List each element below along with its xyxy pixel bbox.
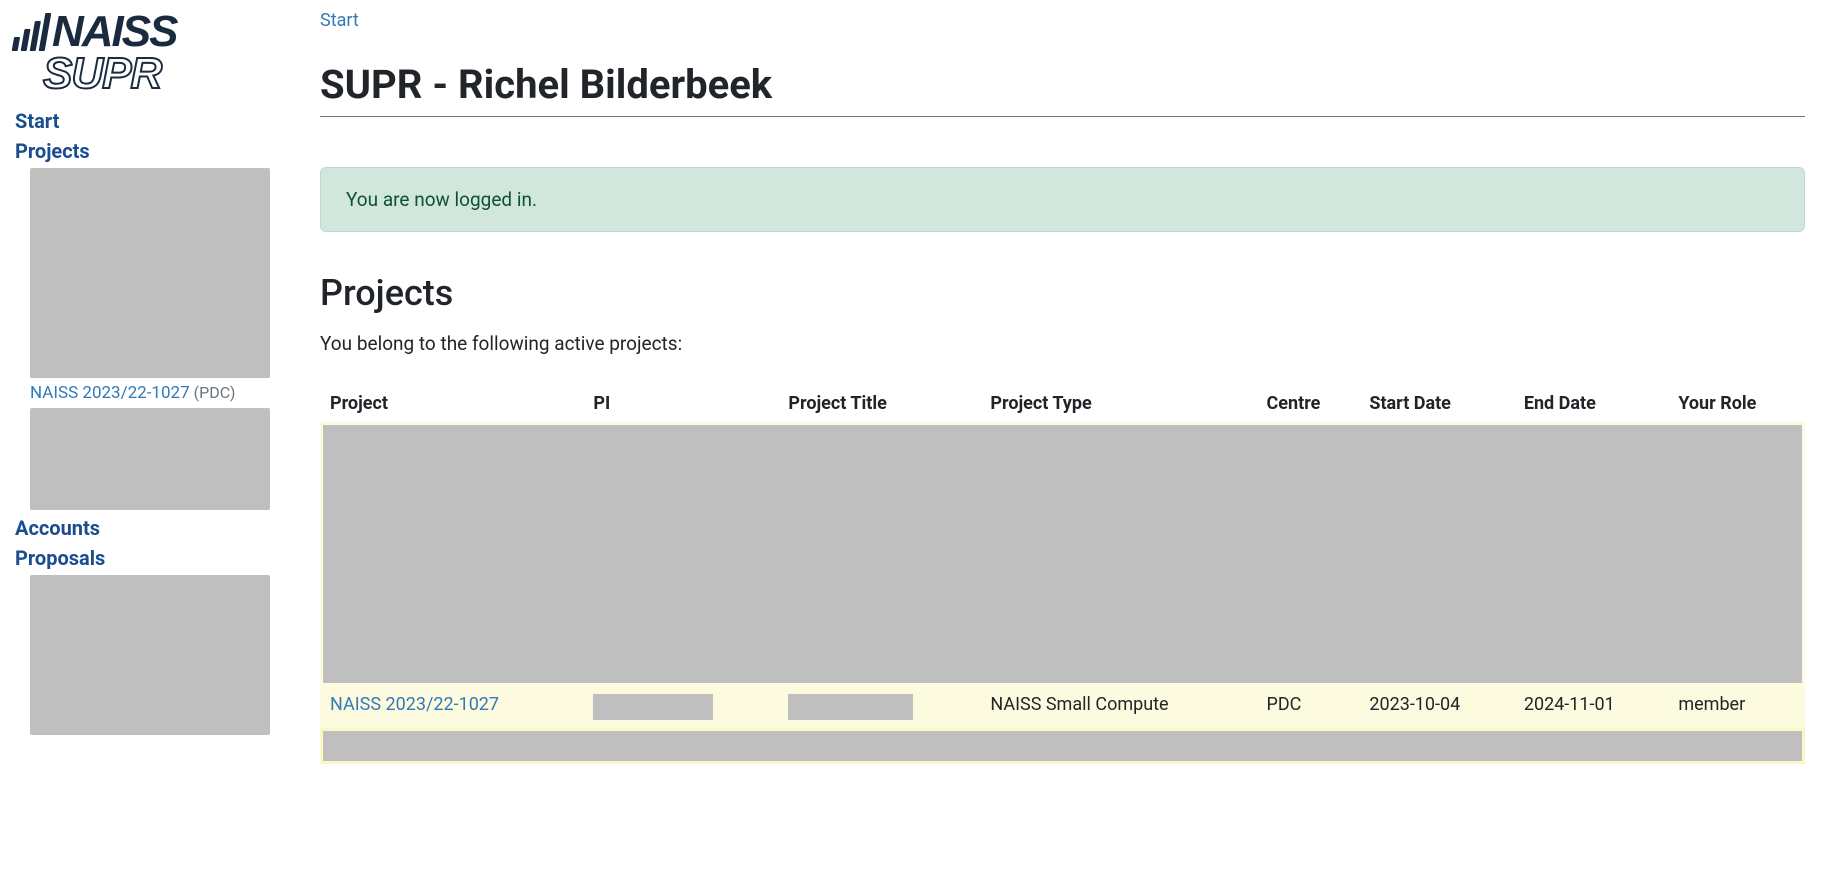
table-row: NAISS 2023/22-1027 NAISS Small Compute P… [320,686,1805,728]
main-content: Start SUPR - Richel Bilderbeek You are n… [300,0,1825,774]
col-role: Your Role [1668,385,1805,422]
redacted-block [30,408,270,510]
table-row-redacted [320,422,1805,686]
col-title: Project Title [778,385,980,422]
projects-table: Project PI Project Title Project Type Ce… [320,385,1805,764]
cell-type: NAISS Small Compute [980,686,1256,728]
nav-proposals[interactable]: Proposals [15,546,285,570]
sidebar-project-item: NAISS 2023/22-1027 (PDC) [15,383,285,403]
redacted-block [30,575,270,735]
sidebar-project-suffix: (PDC) [194,383,236,402]
redacted-pi [593,694,713,720]
alert-success: You are now logged in. [320,167,1805,232]
logo-bars-icon [12,13,52,51]
cell-role: member [1668,686,1805,728]
redacted-block [30,168,270,378]
projects-description: You belong to the following active proje… [320,332,1805,355]
col-project: Project [320,385,583,422]
logo-naiss: NAISS [15,10,285,54]
col-end: End Date [1514,385,1668,422]
col-pi: PI [583,385,778,422]
table-header-row: Project PI Project Title Project Type Ce… [320,385,1805,422]
sidebar: NAISS SUPR Start Projects NAISS 2023/22-… [0,0,300,774]
col-centre: Centre [1257,385,1360,422]
project-link[interactable]: NAISS 2023/22-1027 [330,694,499,715]
cell-end: 2024-11-01 [1514,686,1668,728]
cell-start: 2023-10-04 [1359,686,1513,728]
redacted-block [323,425,1802,683]
sidebar-project-link[interactable]: NAISS 2023/22-1027 [30,383,190,403]
redacted-block [323,731,1802,761]
breadcrumb-start[interactable]: Start [320,10,359,31]
col-type: Project Type [980,385,1256,422]
logo-supr: SUPR [43,54,285,94]
projects-section-title: Projects [320,272,1805,314]
logo: NAISS SUPR [15,10,285,94]
nav-accounts[interactable]: Accounts [15,516,285,540]
page-title: SUPR - Richel Bilderbeek [320,61,1805,117]
redacted-title [788,694,913,720]
nav-start[interactable]: Start [15,109,285,133]
table-row-redacted [320,728,1805,764]
nav-projects[interactable]: Projects [15,139,285,163]
col-start: Start Date [1359,385,1513,422]
cell-centre: PDC [1257,686,1360,728]
